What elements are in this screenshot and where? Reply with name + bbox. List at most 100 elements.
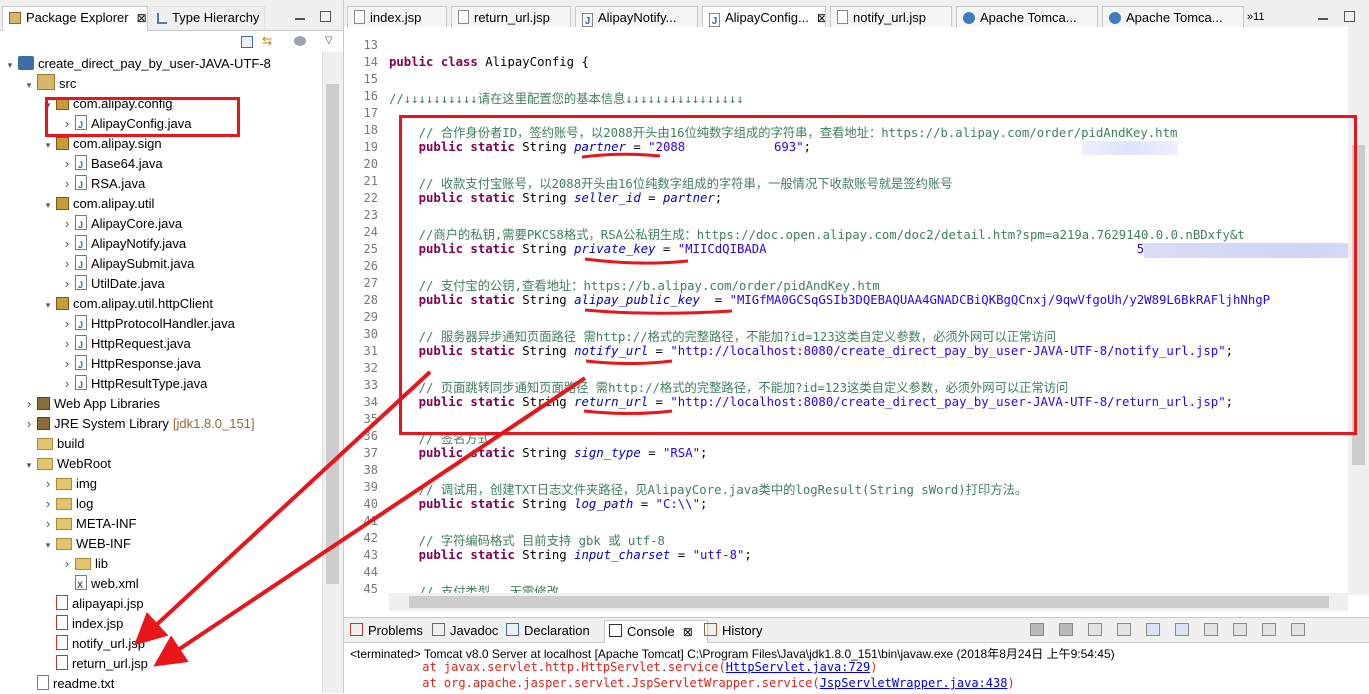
tree-item[interactable]: › lib [61,554,108,574]
editor-horizontal-scrollbar-thumb[interactable] [409,596,1329,608]
tree-scrollbar-thumb[interactable] [326,84,339,584]
tree-item[interactable]: ▾ com.alipay.util.httpClient [42,294,213,314]
tree-item[interactable]: return_url.jsp [42,654,148,674]
tree-item[interactable]: ▾ com.alipay.sign [42,134,162,154]
chevron-right-icon[interactable]: › [61,214,73,234]
stacktrace-link[interactable]: HttpServlet.java:729 [726,660,871,674]
tree-item[interactable]: index.jsp [42,614,123,634]
code-line[interactable]: public static String log_path = "C:\\"; [389,497,708,511]
chevron-right-icon[interactable]: › [42,474,54,494]
view-menu-icon[interactable] [1291,623,1305,636]
console-tab-console[interactable]: Console ⊠ [604,620,708,643]
chevron-right-icon[interactable]: › [61,554,73,574]
console-line[interactable]: at javax.servlet.http.HttpServlet.servic… [350,660,877,674]
minimize-icon[interactable] [1318,18,1328,20]
tree-item[interactable]: build [23,434,84,454]
console-tab-history[interactable]: History [700,620,774,642]
tree-item[interactable]: › log [42,494,94,514]
chevron-down-icon[interactable]: ▾ [4,55,16,75]
terminate-icon[interactable] [1030,623,1044,636]
editor-horizontal-scrollbar[interactable] [389,593,1348,611]
code-line[interactable]: public class AlipayConfig { [389,55,589,69]
console-tab-problems[interactable]: Problems [346,620,434,642]
code-line[interactable]: //↓↓↓↓↓↓↓↓↓↓请在这里配置您的基本信息↓↓↓↓↓↓↓↓↓↓↓↓↓↓↓↓ [389,89,744,107]
chevron-right-icon[interactable]: › [42,494,54,514]
tree-item[interactable]: › META-INF [42,514,137,534]
tab-type-hierarchy[interactable]: Type Hierarchy [150,6,265,30]
chevron-right-icon[interactable]: › [23,414,35,434]
tree-item[interactable]: › Web App Libraries [23,394,160,414]
code-line[interactable]: public static String sign_type = "RSA"; [389,446,708,460]
tree-item[interactable]: ▾ WEB-INF [42,534,131,554]
chevron-right-icon[interactable]: › [61,154,73,174]
chevron-right-icon[interactable]: › [61,234,73,254]
chevron-down-icon[interactable]: ▾ [42,195,54,215]
chevron-down-icon[interactable]: ▾ [23,455,35,475]
code-line[interactable]: // 字符编码格式 目前支持 gbk 或 utf-8 [389,531,665,549]
tree-item-label: HttpProtocolHandler.java [91,316,235,331]
view-menu-icon[interactable] [294,36,306,46]
pin-console-icon[interactable] [1204,623,1218,636]
tree-item[interactable]: › J HttpProtocolHandler.java [61,314,235,334]
tab-overflow-indicator[interactable]: »11 [1247,11,1265,23]
maximize-icon[interactable] [320,11,331,22]
chevron-down-icon[interactable]: ▾ [42,535,54,555]
collapse-all-icon[interactable] [241,36,253,48]
tab-package-explorer[interactable]: Package Explorer ⊠ [2,6,148,31]
scroll-lock-icon[interactable] [1146,623,1160,636]
chevron-down-icon[interactable]: ▾ [23,75,35,95]
console-tab-javadoc[interactable]: Javadoc [428,620,508,642]
chevron-right-icon[interactable]: › [42,514,54,534]
display-console-icon[interactable] [1233,623,1247,636]
tree-item[interactable]: alipayapi.jsp [42,594,144,614]
chevron-right-icon[interactable]: › [23,394,35,414]
tree-item[interactable]: ▾ create_direct_pay_by_user-JAVA-UTF-8 [4,54,271,74]
close-icon[interactable]: ⊠ [817,11,825,25]
link-with-editor-icon[interactable]: ⇆ [262,35,276,47]
chevron-right-icon[interactable]: › [61,254,73,274]
tree-item[interactable]: › J HttpRequest.java [61,334,191,354]
chevron-down-icon[interactable]: ▽ [325,35,333,46]
tree-item[interactable]: ▾ src [23,74,76,94]
chevron-right-icon[interactable]: › [61,374,73,394]
chevron-right-icon[interactable]: › [61,334,73,354]
tree-item[interactable]: readme.txt [23,674,114,693]
tree-item[interactable]: ▾ com.alipay.util [42,194,155,215]
chevron-down-icon[interactable]: ▾ [42,135,54,155]
code-line[interactable]: public static String input_charset = "ut… [389,548,752,562]
stacktrace-link[interactable]: JspServletWrapper.java:438 [820,676,1008,690]
word-wrap-icon[interactable] [1175,623,1189,636]
tree-item[interactable]: › J AlipayNotify.java [61,234,186,254]
tree-item[interactable]: › img [42,474,97,494]
tree-item[interactable]: › J HttpResponse.java [61,354,201,374]
console-tab-declaration[interactable]: Declaration [502,620,608,642]
open-console-icon[interactable] [1262,623,1276,636]
chevron-right-icon[interactable]: › [61,274,73,294]
chevron-down-icon[interactable]: ▾ [42,295,54,315]
tree-item[interactable]: › J Base64.java [61,154,163,174]
tree-item[interactable]: › J UtilDate.java [61,274,165,294]
clear-console-icon[interactable] [1117,623,1131,636]
code-line[interactable]: // 调试用，创建TXT日志文件夹路径，见AlipayCore.java类中的l… [389,480,1028,498]
tree-item[interactable]: › JRE System Library [jdk1.8.0_151] [23,414,255,434]
tree-item[interactable]: ▾ WebRoot [23,454,111,474]
tree-item[interactable]: › J HttpResultType.java [61,374,207,394]
maximize-icon[interactable] [1344,11,1355,22]
close-icon[interactable]: ⊠ [137,11,147,25]
remove-launch-icon[interactable] [1059,623,1073,636]
chevron-right-icon[interactable]: › [61,354,73,374]
chevron-right-icon[interactable]: › [61,314,73,334]
chevron-right-icon[interactable]: › [61,174,73,194]
minimize-icon[interactable] [295,18,305,20]
tree-item[interactable]: › J RSA.java [61,174,145,194]
tree-item[interactable]: › J AlipaySubmit.java [61,254,194,274]
remove-all-icon[interactable] [1088,623,1102,636]
close-icon[interactable]: ⊠ [683,625,693,639]
console-line[interactable]: at org.apache.jasper.servlet.JspServletW… [350,676,1014,690]
tree-item[interactable]: › J AlipayCore.java [61,214,182,234]
tree-item[interactable]: Xweb.xml [61,574,139,594]
tree-item-label: AlipayNotify.java [91,236,187,251]
tree-item[interactable]: notify_url.jsp [42,634,145,654]
line-number: 16 [363,89,378,103]
tree-scrollbar[interactable] [322,52,343,693]
